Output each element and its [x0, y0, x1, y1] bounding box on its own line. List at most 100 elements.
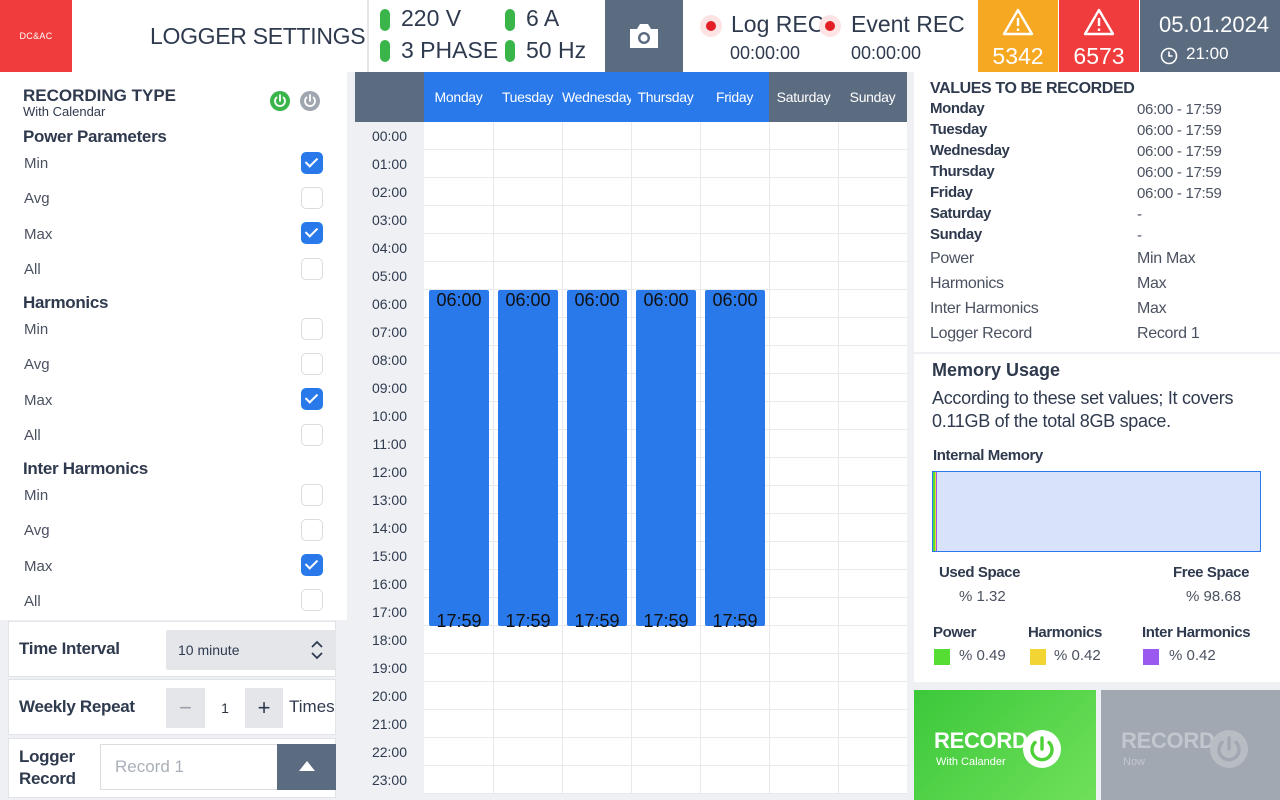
block-start-time: 06:00 [643, 290, 689, 310]
grid-line [838, 122, 839, 794]
hour-label: 03:00 [355, 206, 424, 234]
voltage-status-indicator [380, 9, 390, 31]
internal-memory-label: Internal Memory [933, 447, 1043, 464]
grid-line [424, 653, 907, 654]
memory-usage-bar [932, 471, 1261, 552]
schedule-day-value: 06:00 - 17:59 [1137, 143, 1222, 160]
increment-button[interactable]: + [245, 688, 283, 728]
weekly-repeat-label: Weekly Repeat [19, 697, 135, 716]
grid-line [562, 122, 563, 794]
record-now-button[interactable]: RECORD Now [1101, 690, 1280, 800]
screenshot-button[interactable] [605, 0, 683, 72]
power-max-checkbox[interactable] [301, 222, 323, 244]
block-end-time: 17:59 [436, 611, 482, 631]
day-header-saturday[interactable]: Saturday [769, 72, 838, 122]
decrement-button[interactable]: − [166, 688, 205, 728]
schedule-day-value: - [1137, 227, 1142, 244]
schedule-block-tuesday[interactable]: 06:00 17:59 [498, 290, 558, 631]
phase-status-indicator [380, 40, 390, 62]
hour-label: 21:00 [355, 710, 424, 738]
weekly-repeat-value[interactable]: 1 [205, 688, 245, 728]
legend-power-label: Power [933, 624, 977, 641]
event-rec-timer: 00:00:00 [851, 43, 922, 63]
option-label: All [24, 427, 41, 444]
calendar-mode-power-icon[interactable] [270, 91, 290, 111]
instant-mode-power-icon[interactable] [300, 91, 320, 111]
schedule-block-wednesday[interactable]: 06:00 17:59 [567, 290, 627, 631]
day-header-sunday[interactable]: Sunday [838, 72, 907, 122]
harmonics-min-checkbox[interactable] [301, 318, 323, 340]
schedule-day-value: 06:00 - 17:59 [1137, 101, 1222, 118]
section-power-parameters: Power Parameters [23, 127, 167, 146]
hour-label: 20:00 [355, 682, 424, 710]
logger-record-dropdown-button[interactable] [277, 744, 336, 790]
day-header-tuesday[interactable]: Tuesday [493, 72, 562, 122]
harmonics-all-checkbox[interactable] [301, 424, 323, 446]
block-start-time: 06:00 [505, 290, 551, 310]
grid-line [424, 205, 907, 206]
record-now-subtitle: Now [1123, 756, 1146, 768]
block-end-time: 17:59 [712, 611, 758, 631]
schedule-day-value: 06:00 - 17:59 [1137, 122, 1222, 139]
option-label: Min [24, 155, 49, 172]
schedule-block-thursday[interactable]: 06:00 17:59 [636, 290, 696, 631]
schedule-block-friday[interactable]: 06:00 17:59 [705, 290, 765, 631]
logger-settings-screen: DC&AC LOGGER SETTINGS 220 V 3 PHASE 6 A … [0, 0, 1280, 800]
hour-label: 09:00 [355, 374, 424, 402]
record-with-calendar-button[interactable]: RECORD With Calander [914, 690, 1096, 800]
option-label: Avg [24, 356, 50, 373]
divider [367, 0, 369, 72]
option-label: Min [24, 321, 49, 338]
grid-line [424, 737, 907, 738]
hour-label: 18:00 [355, 626, 424, 654]
warning-icon [1002, 8, 1034, 36]
record-now-title: RECORD [1121, 728, 1215, 753]
hour-label: 07:00 [355, 318, 424, 346]
harmonics-avg-checkbox[interactable] [301, 353, 323, 375]
logger-record-input[interactable]: Record 1 [100, 744, 278, 790]
summary-panel: VALUES TO BE RECORDED Monday 06:00 - 17:5… [914, 72, 1280, 682]
inter-harmonics-min-checkbox[interactable] [301, 484, 323, 506]
legend-power-swatch [934, 649, 950, 665]
hour-label: 16:00 [355, 570, 424, 598]
option-label: All [24, 261, 41, 278]
inter-harmonics-usage-segment [936, 472, 937, 551]
power-all-checkbox[interactable] [301, 258, 323, 280]
logger-record-row: Logger Record Record 1 [8, 738, 336, 798]
parameter-label: Harmonics [930, 275, 1004, 292]
alert-icon [1083, 8, 1115, 36]
power-min-checkbox[interactable] [301, 152, 323, 174]
date-time-display[interactable]: 05.01.2024 21:00 [1140, 0, 1280, 72]
hour-label: 23:00 [355, 766, 424, 794]
power-icon [1023, 730, 1061, 768]
schedule-day-label: Wednesday [930, 142, 1010, 159]
legend-harmonics-swatch [1030, 649, 1046, 665]
parameter-value: Min Max [1137, 250, 1196, 267]
event-rec-indicator [819, 15, 841, 37]
grid-line [424, 793, 907, 794]
hour-label: 10:00 [355, 402, 424, 430]
inter-harmonics-avg-checkbox[interactable] [301, 519, 323, 541]
day-header-monday[interactable]: Monday [424, 72, 493, 122]
critical-alarm-button[interactable]: 6573 [1059, 0, 1139, 72]
power-avg-checkbox[interactable] [301, 187, 323, 209]
warning-count: 5342 [992, 43, 1044, 69]
time-interval-select[interactable]: 10 minute [166, 630, 336, 670]
legend-inter-harmonics-value: % 0.42 [1169, 647, 1216, 664]
inter-harmonics-max-checkbox[interactable] [301, 554, 323, 576]
schedule-block-monday[interactable]: 06:00 17:59 [429, 290, 489, 631]
hour-label: 15:00 [355, 542, 424, 570]
hour-label: 01:00 [355, 150, 424, 178]
grid-line [700, 122, 701, 794]
day-header-friday[interactable]: Friday [700, 72, 769, 122]
schedule-day-label: Saturday [930, 205, 991, 222]
parameter-label: Logger Record [930, 325, 1032, 342]
brand-logo[interactable]: DC&AC [0, 0, 72, 72]
grid-line [631, 122, 632, 794]
day-header-wednesday[interactable]: Wednesday [562, 72, 633, 122]
warning-alarm-button[interactable]: 5342 [978, 0, 1058, 72]
inter-harmonics-all-checkbox[interactable] [301, 589, 323, 611]
day-header-thursday[interactable]: Thursday [631, 72, 700, 122]
harmonics-max-checkbox[interactable] [301, 388, 323, 410]
logger-record-label-2: Record [19, 769, 76, 788]
